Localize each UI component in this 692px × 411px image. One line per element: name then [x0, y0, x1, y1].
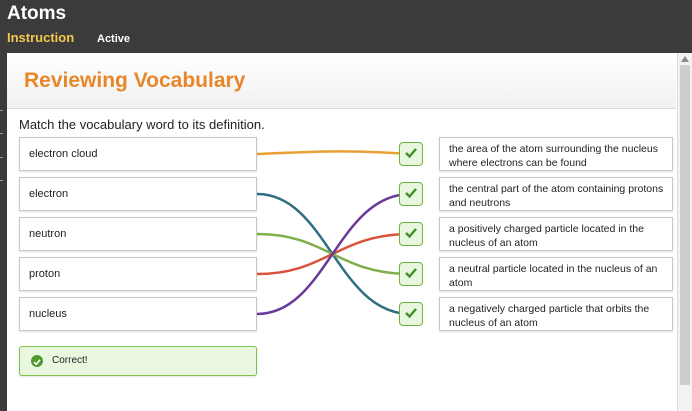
definition-text: a neutral particle located in the nucleu…	[449, 263, 658, 289]
app-title: Atoms	[7, 3, 67, 24]
term-electron-cloud[interactable]: electron cloud	[19, 137, 257, 171]
scroll-thumb[interactable]	[680, 65, 690, 385]
scroll-up-arrow-icon[interactable]	[681, 56, 689, 62]
definition-text: the central part of the atom containing …	[449, 183, 664, 209]
match-line-electron-cloud	[256, 150, 412, 156]
definition-text: a positively charged particle located in…	[449, 223, 644, 249]
term-nucleus[interactable]: nucleus	[19, 297, 257, 331]
term-electron[interactable]: electron	[19, 177, 257, 211]
definition-neutron[interactable]: a neutral particle located in the nucleu…	[439, 257, 673, 291]
definition-proton[interactable]: a positively charged particle located in…	[439, 217, 673, 251]
feedback-text: Correct!	[52, 355, 88, 366]
definition-text: the area of the atom surrounding the nuc…	[449, 143, 658, 169]
match-check-icon[interactable]	[399, 222, 423, 246]
term-label: electron cloud	[29, 148, 98, 160]
activity-panel: Reviewing Vocabulary Match the vocabular…	[7, 53, 692, 411]
match-check-icon[interactable]	[399, 262, 423, 286]
term-label: neutron	[29, 228, 67, 240]
term-label: proton	[29, 268, 61, 280]
left-edge-strip	[0, 53, 7, 411]
top-bar: Atoms Instruction Active	[0, 0, 692, 53]
term-label: electron	[29, 188, 69, 200]
term-label: nucleus	[29, 308, 67, 320]
match-check-icon[interactable]	[399, 182, 423, 206]
tab-instruction[interactable]: Instruction	[7, 30, 74, 45]
match-check-icon[interactable]	[399, 142, 423, 166]
definition-electron[interactable]: a negatively charged particle that orbit…	[439, 297, 673, 331]
tab-active[interactable]: Active	[97, 33, 130, 45]
term-neutron[interactable]: neutron	[19, 217, 257, 251]
term-proton[interactable]: proton	[19, 257, 257, 291]
check-circle-icon	[31, 355, 43, 367]
match-line-nucleus	[256, 192, 412, 316]
match-check-icon[interactable]	[399, 302, 423, 326]
definition-text: a negatively charged particle that orbit…	[449, 303, 650, 329]
vertical-scrollbar[interactable]	[677, 53, 692, 411]
feedback-correct: Correct!	[19, 346, 257, 376]
definition-nucleus[interactable]: the central part of the atom containing …	[439, 177, 673, 211]
definition-electron-cloud[interactable]: the area of the atom surrounding the nuc…	[439, 137, 673, 171]
